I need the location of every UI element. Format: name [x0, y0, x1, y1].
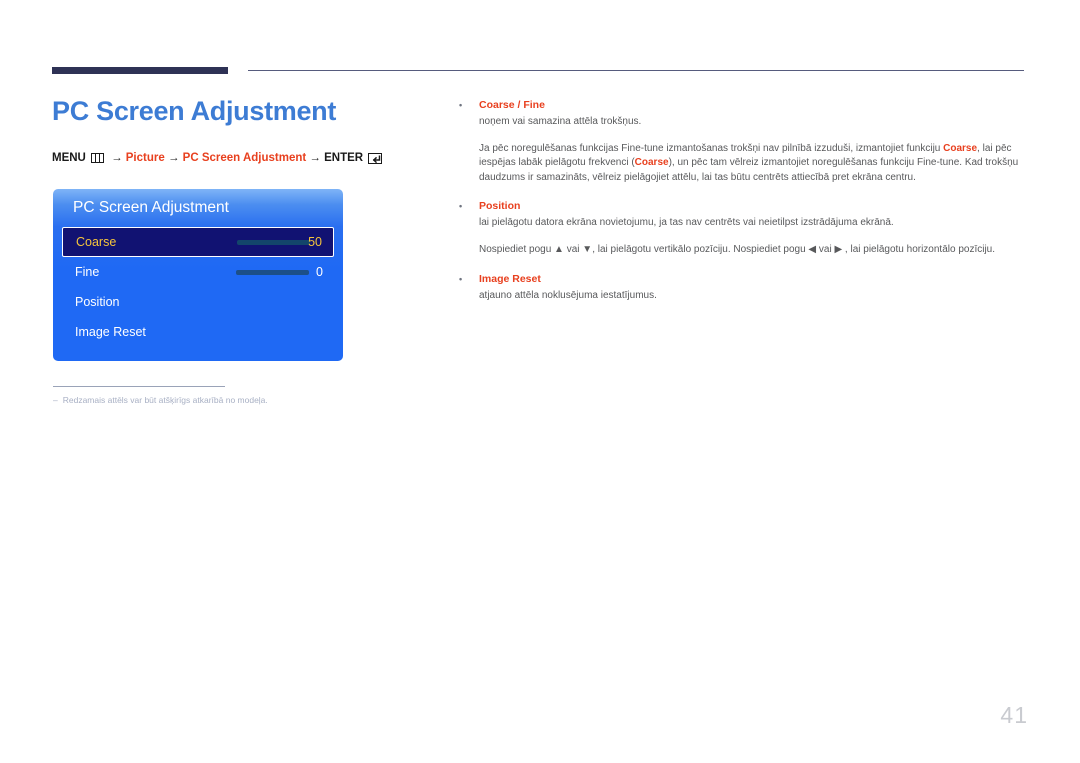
- header-rule-thin: [248, 70, 1024, 71]
- section-heading: • Coarse / Fine: [459, 99, 1031, 111]
- section-image-reset: • Image Reset atjauno attēla noklusējuma…: [459, 273, 1031, 304]
- section-paragraph: lai pielāgotu datora ekrāna novietojumu,…: [479, 217, 894, 229]
- page-number: 41: [1000, 702, 1028, 728]
- footnote-text: Redzamais attēls var būt atšķirīgs atkar…: [62, 395, 268, 405]
- osd-title: PC Screen Adjustment: [73, 199, 229, 216]
- page-title: PC Screen Adjustment: [52, 96, 337, 126]
- osd-row-label: Position: [75, 295, 120, 309]
- bullet-icon: •: [459, 273, 463, 284]
- section-paragraph: noņem vai samazina attēla trokšņus.: [479, 116, 642, 127]
- menu-grid-icon: [90, 153, 104, 163]
- breadcrumb-arrow-3: →: [306, 152, 325, 164]
- osd-menu-list: Coarse 50 Fine 0 Position Image Reset: [53, 227, 343, 347]
- bullet-icon: •: [459, 100, 463, 110]
- bullet-icon: •: [459, 201, 463, 212]
- footnote-divider: [53, 386, 225, 387]
- osd-slider-coarse[interactable]: [237, 239, 310, 245]
- osd-row-value: 0: [316, 265, 323, 279]
- section-heading-label: Position: [479, 200, 521, 213]
- section-heading: • Image Reset: [459, 273, 1031, 285]
- breadcrumb-enter-label: ENTER: [324, 152, 364, 164]
- breadcrumb-menu-label: MENU: [52, 152, 86, 164]
- osd-row-position[interactable]: Position: [53, 287, 343, 317]
- section-heading: • Position: [459, 200, 1031, 212]
- breadcrumb: MENU → Picture → PC Screen Adjustment → …: [52, 152, 383, 164]
- section-coarse-fine: • Coarse / Fine noņem vai samazina attēl…: [459, 99, 1031, 185]
- osd-row-label: Image Reset: [75, 325, 146, 339]
- content-column: • Coarse / Fine noņem vai samazina attēl…: [459, 99, 1031, 306]
- osd-row-value: 50: [308, 235, 322, 249]
- osd-row-image-reset[interactable]: Image Reset: [53, 317, 343, 347]
- breadcrumb-arrow-1: →: [107, 152, 126, 164]
- osd-slider-fine[interactable]: [236, 269, 309, 275]
- section-position: • Position lai pielāgotu datora ekrāna n…: [459, 200, 1031, 257]
- footnote: – Redzamais attēls var būt atšķirīgs atk…: [53, 395, 268, 405]
- section-paragraph: Nospiediet pogu ▲ vai ▼, lai pielāgotu v…: [479, 243, 996, 255]
- osd-row-label: Fine: [75, 265, 100, 279]
- breadcrumb-picture[interactable]: Picture: [126, 152, 165, 164]
- footnote-dash: –: [53, 395, 58, 405]
- breadcrumb-arrow-2: →: [164, 152, 183, 164]
- osd-row-coarse[interactable]: Coarse 50: [62, 227, 334, 257]
- section-heading-label: Coarse / Fine: [479, 99, 545, 111]
- breadcrumb-screen-adjustment[interactable]: PC Screen Adjustment: [183, 152, 307, 164]
- osd-panel: PC Screen Adjustment Coarse 50 Fine 0 Po…: [53, 189, 343, 361]
- osd-row-label: Coarse: [76, 235, 117, 249]
- section-heading-label: Image Reset: [479, 272, 541, 285]
- enter-key-icon: [368, 152, 383, 164]
- header-rule-thick: [52, 67, 228, 74]
- osd-row-fine[interactable]: Fine 0: [53, 257, 343, 287]
- section-paragraph-rich: Ja pēc noregulēšanas funkcijas Fine-tune…: [479, 142, 1019, 183]
- section-paragraph: atjauno attēla noklusējuma iestatījumus.: [479, 289, 657, 301]
